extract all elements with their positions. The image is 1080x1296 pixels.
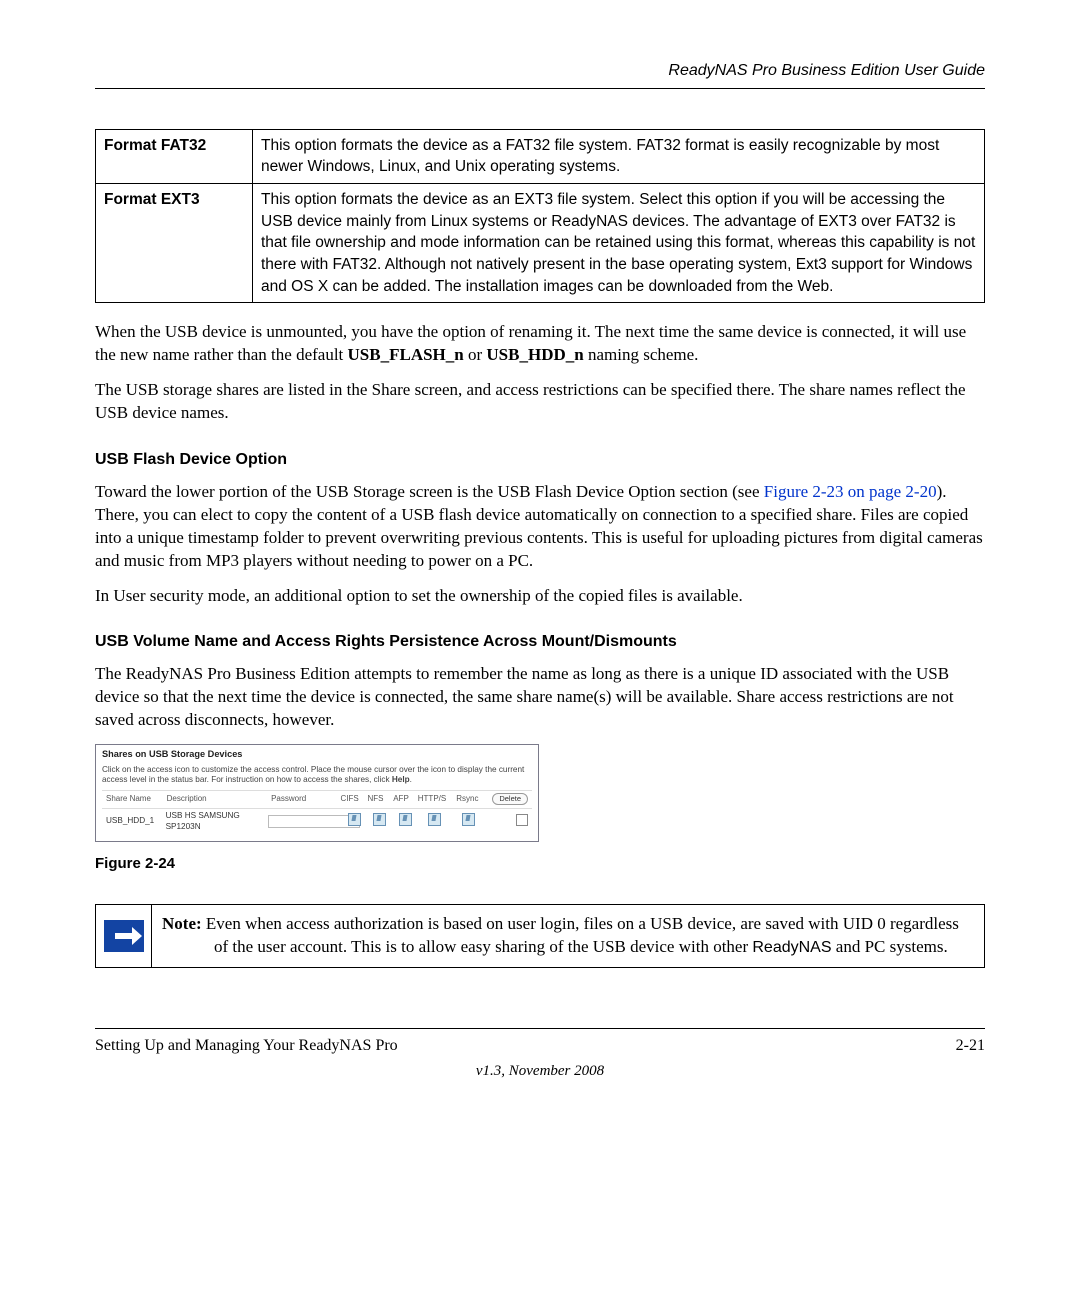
text: and PC systems. xyxy=(832,937,948,956)
col-https: HTTP/S xyxy=(414,792,450,807)
cell-sharename: USB_HDD_1 xyxy=(102,814,162,830)
table-row: Format FAT32 This option formats the dev… xyxy=(96,129,985,183)
format-desc: This option formats the device as an EXT… xyxy=(253,183,985,302)
paragraph-flash-2: In User security mode, an additional opt… xyxy=(95,585,985,608)
note-label: Note: xyxy=(162,914,202,933)
access-icon[interactable] xyxy=(399,813,412,826)
col-cifs: CIFS xyxy=(336,792,362,807)
cell-password xyxy=(264,813,342,831)
footer-version: v1.3, November 2008 xyxy=(95,1061,985,1081)
text: . xyxy=(410,775,412,784)
col-delete: Delete xyxy=(485,791,532,808)
access-icon[interactable] xyxy=(428,813,441,826)
footer-page: 2-21 xyxy=(956,1035,985,1057)
delete-button[interactable]: Delete xyxy=(492,793,528,805)
footer: Setting Up and Managing Your ReadyNAS Pr… xyxy=(95,1028,985,1057)
shares-title: Shares on USB Storage Devices xyxy=(102,749,532,761)
shares-screenshot: Shares on USB Storage Devices Click on t… xyxy=(95,744,539,842)
col-nfs: NFS xyxy=(363,792,389,807)
col-password: Password xyxy=(267,792,336,807)
paragraph-shares: The USB storage shares are listed in the… xyxy=(95,379,985,425)
figure-caption: Figure 2-24 xyxy=(95,854,985,874)
col-afp: AFP xyxy=(388,792,414,807)
bold-term: USB_FLASH_n xyxy=(348,345,464,364)
format-table: Format FAT32 This option formats the dev… xyxy=(95,129,985,304)
col-rsync: Rsync xyxy=(450,792,484,807)
shares-data-row: USB_HDD_1 USB HS SAMSUNG SP1203N xyxy=(102,809,532,835)
access-icon[interactable] xyxy=(348,813,361,826)
text: Click on the access icon to customize th… xyxy=(102,765,524,785)
paragraph-flash-1: Toward the lower portion of the USB Stor… xyxy=(95,481,985,573)
help-link-text: Help xyxy=(392,775,410,784)
format-label: Format FAT32 xyxy=(96,129,253,183)
note-icon-cell xyxy=(96,905,152,967)
figure-link[interactable]: Figure 2-23 on page 2-20 xyxy=(764,482,937,501)
text: or xyxy=(464,345,487,364)
col-description: Description xyxy=(163,792,267,807)
access-icon[interactable] xyxy=(373,813,386,826)
note-box: Note: Even when access authorization is … xyxy=(95,904,985,968)
heading-persistence: USB Volume Name and Access Rights Persis… xyxy=(95,631,985,653)
format-desc: This option formats the device as a FAT3… xyxy=(253,129,985,183)
footer-left: Setting Up and Managing Your ReadyNAS Pr… xyxy=(95,1035,398,1057)
paragraph-unmount: When the USB device is unmounted, you ha… xyxy=(95,321,985,367)
arrow-icon xyxy=(104,920,144,952)
access-icon[interactable] xyxy=(462,813,475,826)
note-text: Note: Even when access authorization is … xyxy=(152,905,984,967)
cell-description: USB HS SAMSUNG SP1203N xyxy=(162,809,265,835)
col-sharename: Share Name xyxy=(102,792,163,807)
paragraph-persistence: The ReadyNAS Pro Business Edition attemp… xyxy=(95,663,985,732)
delete-checkbox[interactable] xyxy=(516,814,528,826)
format-label: Format EXT3 xyxy=(96,183,253,302)
shares-instruction: Click on the access icon to customize th… xyxy=(102,765,532,786)
product-name: ReadyNAS xyxy=(752,939,831,956)
text: naming scheme. xyxy=(584,345,699,364)
text: Toward the lower portion of the USB Stor… xyxy=(95,482,764,501)
bold-term: USB_HDD_n xyxy=(486,345,583,364)
heading-flash-option: USB Flash Device Option xyxy=(95,449,985,471)
doc-header: ReadyNAS Pro Business Edition User Guide xyxy=(95,60,985,89)
table-row: Format EXT3 This option formats the devi… xyxy=(96,183,985,302)
